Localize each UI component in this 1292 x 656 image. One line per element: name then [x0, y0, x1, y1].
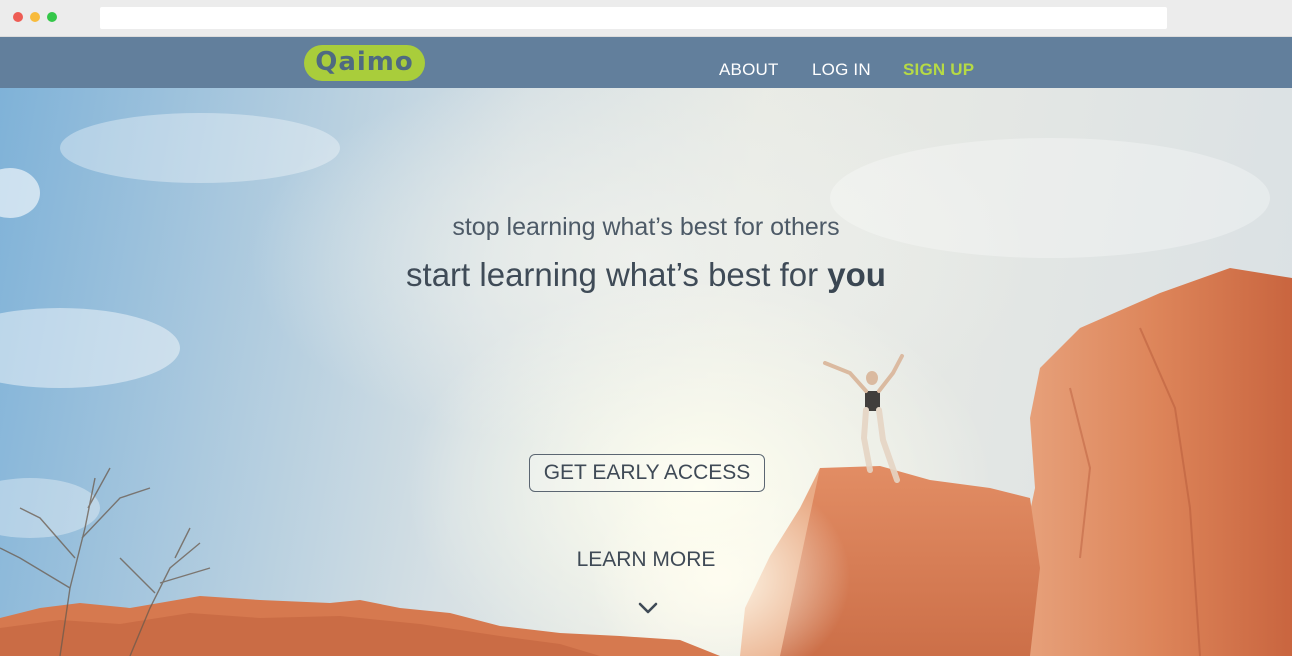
browser-chrome: [0, 0, 1292, 37]
nav-about-link[interactable]: ABOUT: [719, 60, 779, 80]
chevron-down-icon[interactable]: [637, 601, 659, 615]
tagline-emphasis: you: [827, 256, 886, 293]
learn-more-link[interactable]: LEARN MORE: [0, 548, 1292, 572]
qaimo-logo[interactable]: Qaimo: [304, 45, 425, 81]
hero-tagline-line1: stop learning what’s best for others: [452, 213, 840, 241]
tagline-prefix: start learning what’s best for: [406, 256, 828, 293]
person-figure: [823, 354, 904, 483]
hero-tagline-line2: start learning what’s best for you: [0, 256, 1292, 294]
hero-section: stop learning what’s best for others sta…: [0, 88, 1292, 656]
minimize-window-dot[interactable]: [30, 12, 40, 22]
get-early-access-button[interactable]: GET EARLY ACCESS: [529, 454, 765, 492]
top-navbar: Qaimo ABOUT LOG IN SIGN UP: [0, 37, 1292, 88]
nav-signup-link[interactable]: SIGN UP: [903, 60, 974, 80]
address-bar[interactable]: [100, 7, 1167, 29]
nav-login-link[interactable]: LOG IN: [812, 60, 871, 80]
maximize-window-dot[interactable]: [47, 12, 57, 22]
close-window-dot[interactable]: [13, 12, 23, 22]
logo-text: Qaimo: [315, 47, 414, 77]
